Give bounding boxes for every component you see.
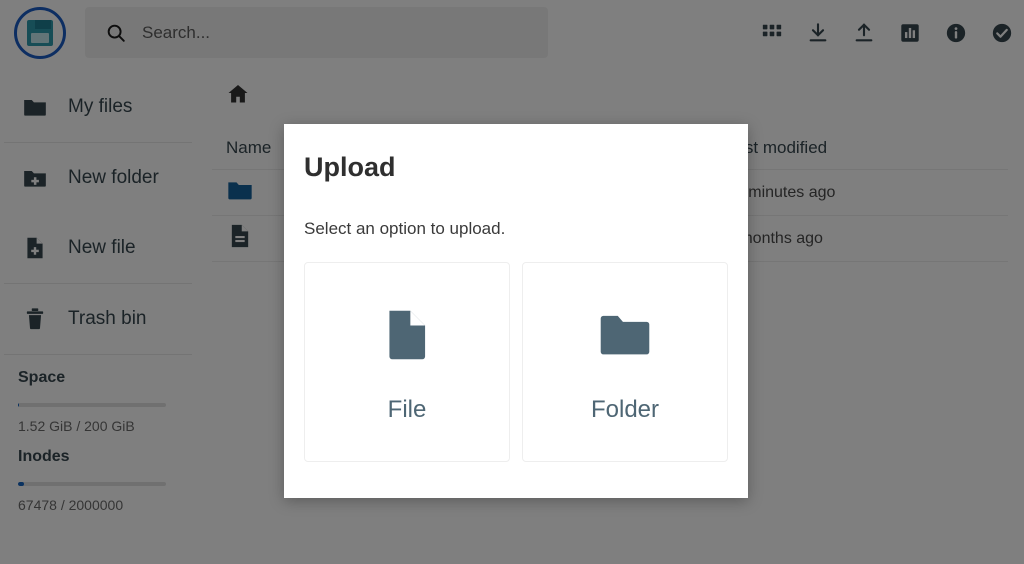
file-doc-icon	[376, 300, 438, 370]
folder-icon	[594, 300, 656, 370]
upload-option-file[interactable]: File	[304, 262, 510, 462]
upload-option-label: Folder	[591, 396, 659, 424]
file-manager-app: Search...	[0, 0, 1024, 564]
modal-subtitle: Select an option to upload.	[304, 219, 505, 239]
modal-title: Upload	[304, 152, 396, 183]
upload-option-folder[interactable]: Folder	[522, 262, 728, 462]
upload-options: File Folder	[304, 262, 728, 462]
upload-modal: Upload Select an option to upload. File	[284, 124, 748, 498]
upload-option-label: File	[388, 396, 427, 424]
